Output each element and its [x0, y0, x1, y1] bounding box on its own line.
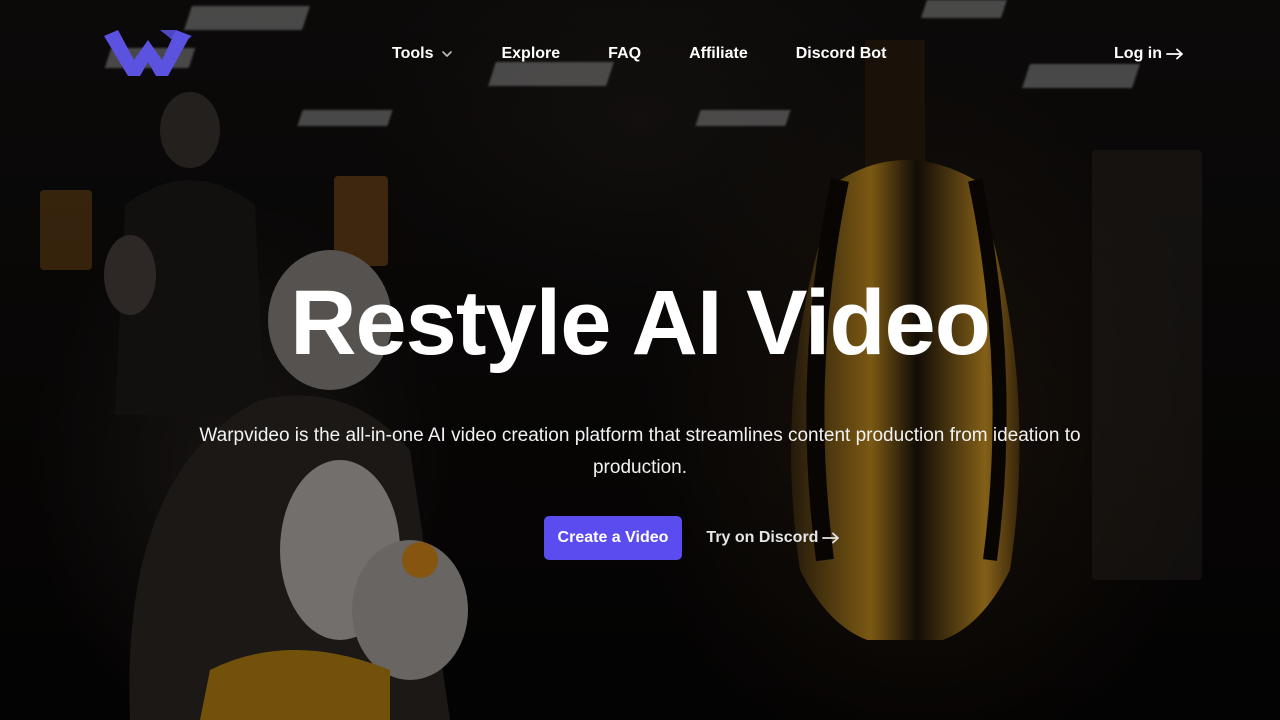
try-on-discord-link[interactable]: Try on Discord — [706, 529, 840, 547]
nav-discord-bot[interactable]: Discord Bot — [796, 45, 887, 63]
nav-explore-label: Explore — [501, 45, 561, 62]
arrow-right-icon — [1166, 48, 1183, 60]
arrow-right-icon — [822, 532, 840, 544]
login-link[interactable]: Log in — [1114, 40, 1184, 68]
nav-affiliate[interactable]: Affiliate — [689, 45, 748, 63]
hero-title: Restyle AI Video — [290, 272, 991, 374]
login-label: Log in — [1114, 45, 1162, 62]
create-video-button[interactable]: Create a Video — [543, 516, 683, 560]
nav-tools[interactable]: Tools — [392, 45, 453, 63]
nav-tools-label: Tools — [392, 45, 434, 62]
hero-content: Restyle AI Video Warpvideo is the all-in… — [0, 270, 1280, 560]
nav-explore[interactable]: Explore — [501, 45, 560, 63]
try-on-discord-label: Try on Discord — [706, 529, 819, 546]
hero-subtitle: Warpvideo is the all-in-one AI video cre… — [199, 425, 1081, 478]
chevron-down-icon — [442, 51, 453, 57]
warpvideo-w-logo-icon[interactable] — [104, 30, 192, 78]
top-navigation: Tools Explore FAQ Affiliate Discord Bot … — [0, 0, 1280, 108]
nav-faq[interactable]: FAQ — [608, 45, 641, 63]
nav-links: Tools Explore FAQ Affiliate Discord Bot — [392, 40, 886, 68]
hero-section: Tools Explore FAQ Affiliate Discord Bot … — [0, 0, 1280, 720]
nav-discord-bot-label: Discord Bot — [795, 45, 887, 62]
hero-actions: Create a Video Try on Discord — [0, 516, 1280, 560]
nav-faq-label: FAQ — [608, 45, 642, 62]
nav-affiliate-label: Affiliate — [689, 45, 748, 62]
